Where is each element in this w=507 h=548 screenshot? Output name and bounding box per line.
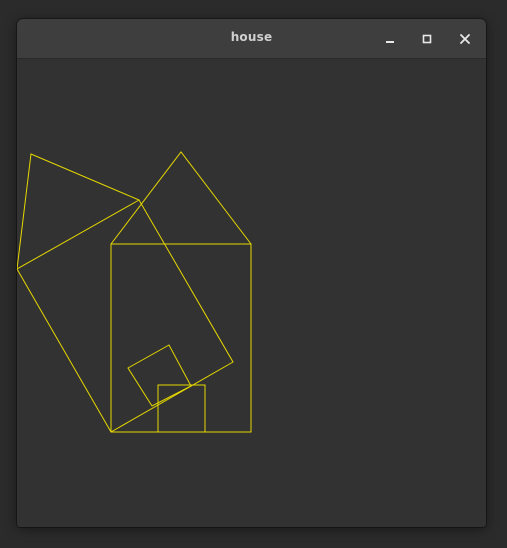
- maximize-button[interactable]: [416, 28, 438, 50]
- close-icon: [460, 34, 470, 44]
- close-button[interactable]: [454, 28, 476, 50]
- app-window: house: [17, 19, 486, 527]
- house-roof: [110, 151, 252, 245]
- rotated-house-door: [127, 344, 192, 407]
- maximize-icon: [422, 34, 432, 44]
- minimize-button[interactable]: [379, 28, 401, 50]
- minimize-icon: [386, 41, 394, 43]
- rotated-house-body: [17, 199, 234, 433]
- rotated-house-roof: [17, 153, 140, 270]
- house-drawing: [17, 151, 252, 433]
- drawing-canvas: [17, 59, 486, 527]
- title-bar[interactable]: house: [17, 19, 486, 59]
